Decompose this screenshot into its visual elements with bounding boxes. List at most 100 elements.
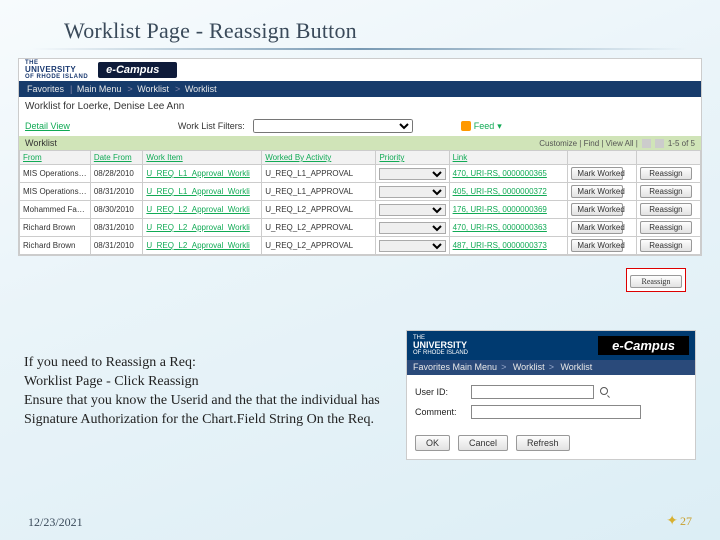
row-link[interactable]: 470, URI-RS, 0000000365 <box>453 169 547 178</box>
instruction-line: Ensure that you know the Userid and the … <box>24 392 394 430</box>
cell-date: 08/28/2010 <box>90 165 143 183</box>
cell-date: 08/31/2010 <box>90 219 143 237</box>
cell-from: MIS Operations Scheduler <box>20 165 91 183</box>
university-logo-small: THE UNIVERSITY OF RHODE ISLAND <box>413 335 468 356</box>
cell-item: U_REQ_L2_Approval_Workli <box>143 201 262 219</box>
work-item-link[interactable]: U_REQ_L1_Approval_Workli <box>146 169 249 178</box>
priority-select[interactable] <box>379 240 445 252</box>
grid-zoom-icon[interactable] <box>642 139 651 148</box>
worklist-table: From Date From Work Item Worked By Activ… <box>19 150 701 255</box>
cell-link: 176, URI-RS, 0000000369 <box>449 201 568 219</box>
cell-priority <box>376 165 449 183</box>
worklist-filter-select[interactable] <box>253 119 413 133</box>
mark-worked-button[interactable]: Mark Worked <box>571 167 623 180</box>
table-row: MIS Operations Scheduler08/28/2010U_REQ_… <box>20 165 701 183</box>
work-item-link[interactable]: U_REQ_L2_Approval_Workli <box>146 223 249 232</box>
cell-date: 08/31/2010 <box>90 237 143 255</box>
priority-select[interactable] <box>379 168 445 180</box>
cell-reassign: Reassign <box>636 237 700 255</box>
crumb-main-menu[interactable]: Main Menu <box>77 84 122 94</box>
instructions-text: If you need to Reassign a Req: Worklist … <box>24 354 394 430</box>
priority-select[interactable] <box>379 186 445 198</box>
crumb-worklist-page[interactable]: Worklist <box>185 84 217 94</box>
cell-from: Mohammed Faghri <box>20 201 91 219</box>
cell-activity: U_REQ_L2_APPROVAL <box>262 201 376 219</box>
priority-select[interactable] <box>379 204 445 216</box>
col-date-from[interactable]: Date From <box>90 151 143 165</box>
cell-mark: Mark Worked <box>568 201 637 219</box>
footer-page-number: ✦27 <box>666 513 692 530</box>
cell-link: 487, URI-RS, 0000000373 <box>449 237 568 255</box>
crumb2-worklist-page[interactable]: Worklist <box>560 362 592 372</box>
cell-from: MIS Operations Scheduler <box>20 183 91 201</box>
row-link[interactable]: 470, URI-RS, 0000000363 <box>453 223 547 232</box>
row-link[interactable]: 487, URI-RS, 0000000373 <box>453 241 547 250</box>
cell-from: Richard Brown <box>20 219 91 237</box>
crumb2-favorites[interactable]: Favorites <box>413 362 450 372</box>
col-link[interactable]: Link <box>449 151 568 165</box>
cell-activity: U_REQ_L2_APPROVAL <box>262 237 376 255</box>
reassign-button[interactable]: Reassign <box>640 239 692 252</box>
reassign-button[interactable]: Reassign <box>640 203 692 216</box>
dialog-button-row: OK Cancel Refresh <box>407 431 695 459</box>
cell-reassign: Reassign <box>636 219 700 237</box>
grid-tools-text[interactable]: Customize | Find | View All | <box>539 139 638 148</box>
reassign-button[interactable]: Reassign <box>640 221 692 234</box>
reassign-button-callout[interactable]: Reassign <box>630 275 682 288</box>
crumb-favorites[interactable]: Favorites <box>27 84 64 94</box>
feed-icon <box>461 121 471 131</box>
star-icon: ✦ <box>666 514 678 529</box>
reassign-dialog-screenshot: THE UNIVERSITY OF RHODE ISLAND e-Campus … <box>406 330 696 460</box>
cell-item: U_REQ_L2_Approval_Workli <box>143 237 262 255</box>
work-item-link[interactable]: U_REQ_L1_Approval_Workli <box>146 187 249 196</box>
crumb2-worklist[interactable]: Worklist <box>513 362 545 372</box>
row-link[interactable]: 405, URI-RS, 0000000372 <box>453 187 547 196</box>
reassign-button[interactable]: Reassign <box>640 167 692 180</box>
cell-mark: Mark Worked <box>568 183 637 201</box>
mark-worked-button[interactable]: Mark Worked <box>571 221 623 234</box>
detail-view-link[interactable]: Detail View <box>25 121 70 131</box>
crumb2-main-menu[interactable]: Main Menu <box>453 362 498 372</box>
table-header-row: From Date From Work Item Worked By Activ… <box>20 151 701 165</box>
cancel-button[interactable]: Cancel <box>458 435 508 451</box>
grid-title: Worklist <box>25 138 57 148</box>
cell-item: U_REQ_L1_Approval_Workli <box>143 165 262 183</box>
priority-select[interactable] <box>379 222 445 234</box>
table-row: Richard Brown08/31/2010U_REQ_L2_Approval… <box>20 219 701 237</box>
cell-mark: Mark Worked <box>568 219 637 237</box>
cell-date: 08/31/2010 <box>90 183 143 201</box>
worklist-screenshot: THE UNIVERSITY OF RHODE ISLAND e-Campus … <box>18 58 702 256</box>
userid-input[interactable] <box>471 385 594 399</box>
lookup-icon[interactable] <box>600 387 610 397</box>
refresh-button[interactable]: Refresh <box>516 435 570 451</box>
footer-date: 12/23/2021 <box>28 515 83 530</box>
table-row: Mohammed Faghri08/30/2010U_REQ_L2_Approv… <box>20 201 701 219</box>
cell-link: 470, URI-RS, 0000000365 <box>449 165 568 183</box>
app-header: THE UNIVERSITY OF RHODE ISLAND e-Campus <box>19 59 701 81</box>
grid-tools: Customize | Find | View All | 1-5 of 5 <box>539 139 695 148</box>
col-worked-by-activity[interactable]: Worked By Activity <box>262 151 376 165</box>
cell-activity: U_REQ_L2_APPROVAL <box>262 219 376 237</box>
feed-link[interactable]: Feed ▾ <box>461 121 502 132</box>
cell-activity: U_REQ_L1_APPROVAL <box>262 183 376 201</box>
cell-from: Richard Brown <box>20 237 91 255</box>
comment-input[interactable] <box>471 405 641 419</box>
reassign-button[interactable]: Reassign <box>640 185 692 198</box>
work-item-link[interactable]: U_REQ_L2_Approval_Workli <box>146 205 249 214</box>
row-link[interactable]: 176, URI-RS, 0000000369 <box>453 205 547 214</box>
crumb-worklist[interactable]: Worklist <box>137 84 169 94</box>
grid-header-bar: Worklist Customize | Find | View All | 1… <box>19 136 701 150</box>
cell-date: 08/30/2010 <box>90 201 143 219</box>
grid-download-icon[interactable] <box>655 139 664 148</box>
work-item-link[interactable]: U_REQ_L2_Approval_Workli <box>146 241 249 250</box>
mark-worked-button[interactable]: Mark Worked <box>571 185 623 198</box>
col-priority[interactable]: Priority <box>376 151 449 165</box>
col-work-item[interactable]: Work Item <box>143 151 262 165</box>
mark-worked-button[interactable]: Mark Worked <box>571 239 623 252</box>
cell-priority <box>376 183 449 201</box>
ecampus-brand-small: e-Campus <box>598 336 689 355</box>
ok-button[interactable]: OK <box>415 435 450 451</box>
mark-worked-button[interactable]: Mark Worked <box>571 203 623 216</box>
cell-link: 470, URI-RS, 0000000363 <box>449 219 568 237</box>
col-from[interactable]: From <box>20 151 91 165</box>
